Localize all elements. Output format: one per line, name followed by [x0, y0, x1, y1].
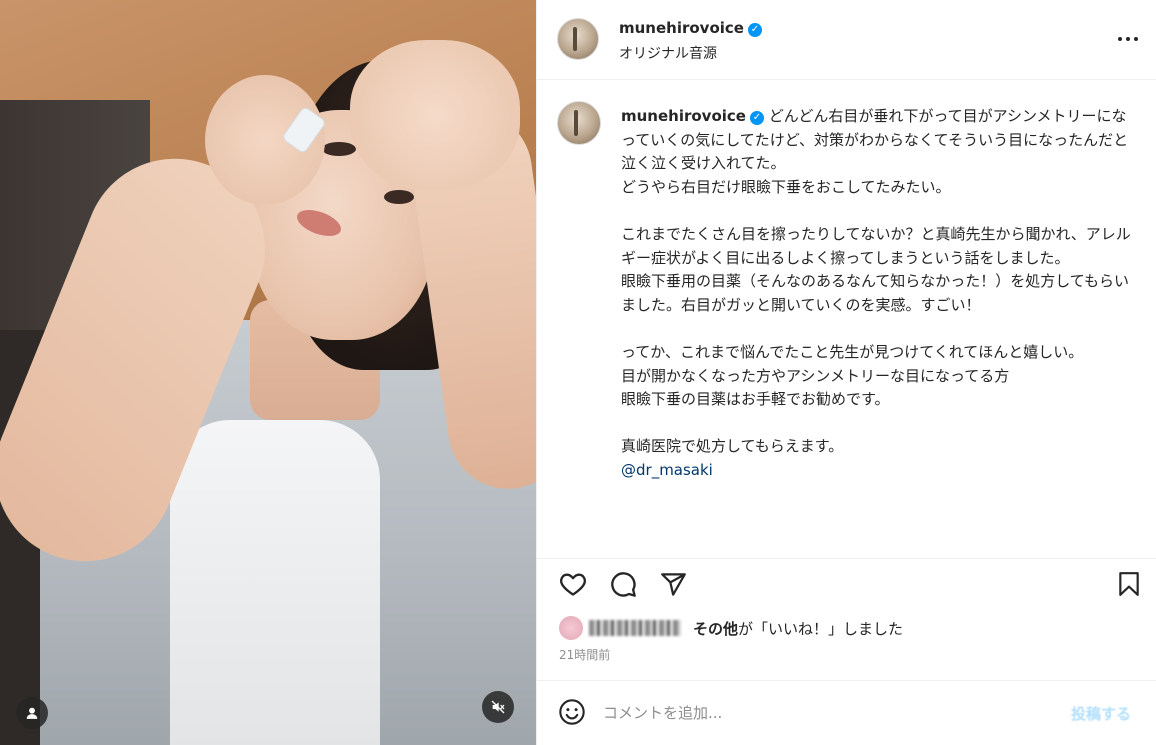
add-comment-bar: 投稿する: [537, 680, 1156, 745]
post-timestamp[interactable]: 21時間前: [559, 646, 610, 663]
post-header: munehirovoice ✓ オリジナル音源: [537, 0, 1156, 80]
save-button[interactable]: [1112, 567, 1146, 601]
bookmark-icon: [1119, 572, 1139, 596]
caption-line: 眼瞼下垂用の目薬（そんなのあるなんて知らなかった！）を処方してもらいました。右目…: [621, 272, 1130, 314]
share-button[interactable]: [656, 567, 690, 601]
emoji-button[interactable]: [557, 697, 587, 727]
avatar[interactable]: [557, 18, 599, 60]
comment-bubble-icon: [611, 572, 636, 597]
comment-button[interactable]: [606, 567, 640, 601]
muted-speaker-icon: [491, 700, 505, 714]
caption-line: 眼瞼下垂の目薬はお手軽でお勧めです。: [621, 390, 890, 409]
likes-suffix: が「いいね！」しました: [738, 619, 904, 638]
verified-badge-icon: ✓: [749, 111, 764, 125]
heart-icon: [560, 573, 586, 596]
hand-right: [350, 40, 520, 190]
caption-username[interactable]: munehirovoice: [621, 107, 746, 125]
comment-input[interactable]: [603, 700, 1043, 726]
caption-gap: [621, 317, 1141, 341]
header-username-row[interactable]: munehirovoice ✓: [619, 19, 762, 37]
caption-gap: [621, 412, 1141, 436]
caption-line: ってか、これまで悩んでたこと先生が見つけてくれてほんと嬉しい。: [621, 342, 1084, 361]
user-tag-button[interactable]: [16, 697, 48, 729]
caption-avatar[interactable]: [557, 101, 601, 145]
paper-plane-icon: [660, 572, 686, 596]
likes-summary: その他 が「いいね！」しました: [559, 616, 903, 640]
smiley-icon: [559, 699, 585, 725]
post-panel: munehirovoice ✓ オリジナル音源 munehirovoice ✓ どん…: [536, 0, 1156, 745]
person-icon: [26, 707, 38, 719]
eye-right: [384, 190, 414, 204]
header-username[interactable]: munehirovoice: [619, 19, 744, 37]
more-horizontal-icon: [1118, 37, 1122, 41]
caption-line-1: munehirovoice ✓ どんどん右目が垂れ下がって目がアシンメトリーになっ…: [621, 105, 1141, 176]
mute-button[interactable]: [482, 691, 514, 723]
liker-name-blurred[interactable]: [589, 620, 681, 636]
eye-left: [322, 142, 356, 156]
post-media[interactable]: [0, 0, 536, 745]
caption-line: 真崎医院で処方してもらえます。: [621, 437, 844, 456]
comments-area[interactable]: munehirovoice ✓ どんどん右目が垂れ下がって目がアシンメトリーになっ…: [537, 81, 1156, 558]
more-options-button[interactable]: [1115, 28, 1141, 50]
blouse: [170, 420, 380, 745]
caption-line: 目が開かなくなった方やアシンメトリーな目になってる方: [621, 366, 1010, 385]
more-dot: [1126, 37, 1130, 41]
caption-gap: [621, 199, 1141, 223]
mention-link[interactable]: @dr_masaki: [621, 459, 1141, 483]
likes-others-link[interactable]: その他: [693, 618, 738, 639]
liker-avatar[interactable]: [559, 616, 583, 640]
like-button[interactable]: [556, 567, 590, 601]
caption-line: どうやら右目だけ眼瞼下垂をおこしてたみたい。: [621, 177, 951, 196]
caption: munehirovoice ✓ どんどん右目が垂れ下がって目がアシンメトリーになっ…: [621, 105, 1141, 483]
action-bar: [537, 558, 1156, 608]
verified-badge-icon: ✓: [747, 23, 762, 37]
audio-label[interactable]: オリジナル音源: [619, 43, 717, 63]
more-dot: [1134, 37, 1138, 41]
caption-line: これまでたくさん目を擦ったりしてないか？と真崎先生から聞かれ、アレルギー症状がよ…: [621, 224, 1131, 267]
post-comment-button[interactable]: 投稿する: [1071, 703, 1131, 724]
